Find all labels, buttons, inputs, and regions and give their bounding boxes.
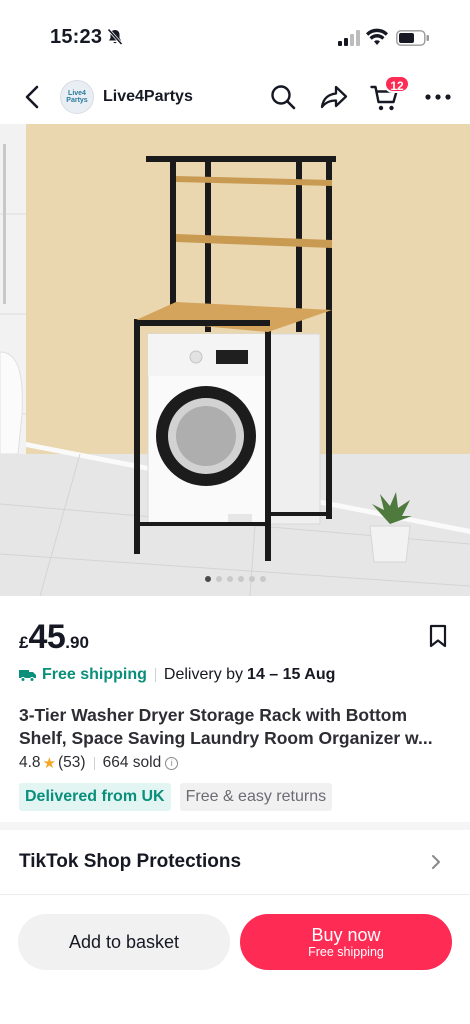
protections-label: TikTok Shop Protections [19, 851, 242, 872]
shop-avatar-text: Live4 Partys [66, 90, 88, 104]
product-image [0, 124, 470, 596]
tag-free-returns[interactable]: Free & easy returns [179, 783, 333, 811]
product-header: Live4 Partys Live4Partys 12 [0, 72, 470, 124]
share-icon[interactable] [320, 84, 348, 110]
back-arrow-icon[interactable] [20, 84, 46, 110]
bell-slash-icon [107, 28, 123, 46]
bookmark-icon[interactable] [428, 624, 448, 648]
carousel-dot[interactable] [226, 576, 233, 582]
divider [154, 668, 156, 682]
product-tags: Delivered from UK Free & easy returns [19, 783, 333, 811]
buy-now-button[interactable]: Buy now Free shipping [240, 914, 452, 970]
rating-value: 4.8 [19, 754, 41, 771]
product-title-line2: Shelf, Space Saving Laundry Room Organiz… [19, 728, 433, 748]
tag-delivered-from-uk[interactable]: Delivered from UK [19, 783, 171, 811]
star-icon: ★ [42, 755, 57, 772]
status-time: 15:23 [50, 26, 103, 48]
carousel-dot[interactable] [248, 576, 255, 582]
info-icon[interactable]: i [165, 756, 179, 770]
product-title-line1: 3-Tier Washer Dryer Storage Rack with Bo… [19, 705, 408, 725]
more-icon[interactable] [424, 84, 452, 110]
cart-count-badge: 12 [384, 75, 410, 93]
carousel-dot[interactable] [215, 576, 222, 582]
truck-icon [19, 670, 36, 682]
buy-now-subtitle: Free shipping [308, 944, 384, 959]
price-currency: £ [19, 633, 29, 652]
chevron-right-icon [432, 855, 440, 869]
buy-now-label: Buy now [311, 924, 381, 945]
free-shipping-label: Free shipping [42, 666, 147, 683]
carousel-dot[interactable] [237, 576, 244, 582]
add-to-basket-button[interactable]: Add to basket [18, 914, 230, 970]
protections-row[interactable]: TikTok Shop Protections [0, 830, 470, 894]
carousel-dots [0, 576, 470, 582]
bottom-bar-divider [0, 894, 470, 895]
delivery-dates: 14 – 15 Aug [247, 666, 336, 683]
signal-icon [338, 30, 360, 46]
sold-count: 664 sold [102, 754, 162, 771]
carousel-dot[interactable] [204, 576, 211, 582]
wifi-icon [366, 28, 388, 45]
price: £ 45 .90 [19, 618, 89, 658]
section-divider [0, 822, 470, 830]
divider [93, 756, 95, 770]
carousel-dot[interactable] [259, 576, 266, 582]
review-count: (53) [58, 754, 86, 771]
price-whole: 45 [28, 618, 66, 656]
status-bar: 15:23 [0, 0, 470, 72]
battery-icon [396, 30, 429, 46]
shipping-info[interactable]: Free shipping Delivery by 14 – 15 Aug [19, 664, 335, 686]
search-icon[interactable] [270, 84, 296, 110]
product-image-carousel[interactable] [0, 124, 470, 596]
delivery-label: Delivery by [163, 666, 244, 683]
product-title[interactable]: 3-Tier Washer Dryer Storage Rack with Bo… [19, 704, 459, 750]
price-decimal: .90 [65, 633, 89, 652]
rating-row[interactable]: 4.8 ★ (53) 664 sold i [19, 753, 179, 773]
shop-avatar[interactable]: Live4 Partys [60, 80, 94, 114]
shop-name[interactable]: Live4Partys [103, 88, 193, 106]
